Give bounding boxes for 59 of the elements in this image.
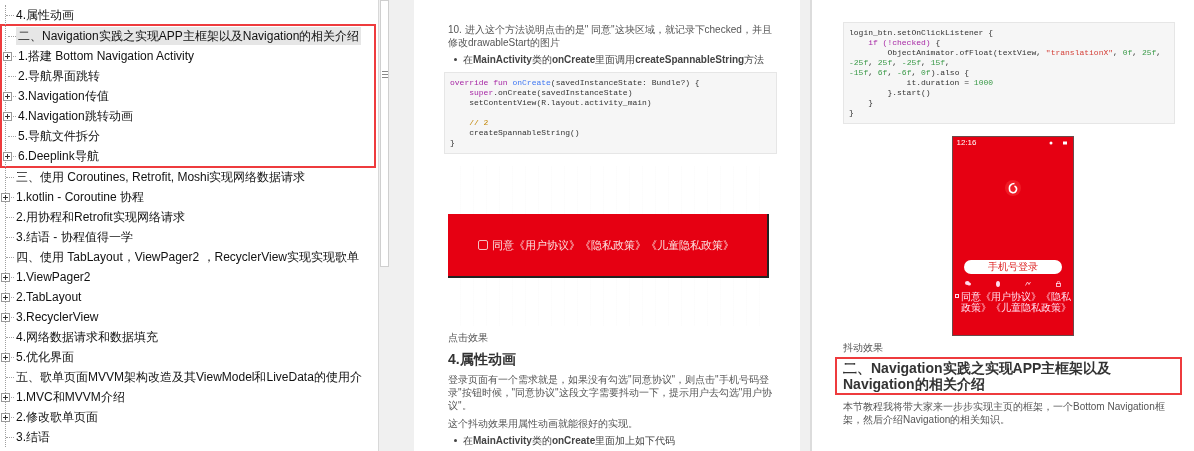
bookmark-item[interactable]: 4.Navigation跳转动画 bbox=[16, 107, 135, 125]
scrollbar[interactable] bbox=[378, 0, 390, 451]
list-item-text: 在MainActivity类的onCreate里面调用createSpannableString方法 bbox=[463, 53, 765, 66]
section-heading: 二、Navigation实践之实现APP主框架以及Navigation的相关介绍 bbox=[835, 357, 1182, 395]
expand-icon[interactable] bbox=[3, 112, 12, 121]
bookmark-item[interactable]: 2.导航界面跳转 bbox=[16, 67, 102, 85]
expand-icon[interactable] bbox=[1, 393, 10, 402]
scrollbar-thumb[interactable] bbox=[380, 0, 389, 267]
lock-icon bbox=[1055, 281, 1061, 287]
agreement-text: 同意《用户协议》《隐私政策》《儿童隐私政策》 bbox=[492, 237, 734, 253]
list-item-text: 在MainActivity类的onCreate里面加上如下代码 bbox=[463, 434, 676, 447]
status-time: 12:16 bbox=[956, 138, 977, 147]
bookmark-item[interactable]: 1.搭建 Bottom Navigation Activity bbox=[16, 47, 197, 65]
bookmark-item[interactable]: 1.kotlin - Coroutine 协程 bbox=[14, 188, 147, 206]
section-heading: 4.属性动画 bbox=[448, 350, 517, 368]
expand-icon[interactable] bbox=[3, 92, 12, 101]
bookmark-item[interactable]: 四、使用 TabLayout，ViewPager2 ，RecyclerView实现实现歌单 bbox=[14, 248, 361, 266]
expand-icon[interactable] bbox=[1, 353, 10, 362]
expand-icon[interactable] bbox=[1, 293, 10, 302]
agreement-text: 同意《用户协议》《隐私政策》《儿童隐私政策》 bbox=[960, 291, 1071, 313]
app-logo-icon bbox=[1004, 180, 1021, 196]
bookmark-item[interactable]: 1.ViewPager2 bbox=[14, 268, 93, 286]
expand-icon[interactable] bbox=[1, 413, 10, 422]
bullet-icon bbox=[454, 439, 457, 442]
bookmark-item[interactable]: 2.TabLayout bbox=[14, 288, 84, 306]
checkbox[interactable] bbox=[954, 294, 959, 298]
checkbox[interactable] bbox=[478, 240, 488, 250]
bookmark-item[interactable]: 1.MVC和MVVM介绍 bbox=[14, 388, 127, 406]
paragraph-text: 本节教程我将带大家来一步步实现主页的框架，一个Bottom Navigation框架，然后介绍Navigation的相关知识。 bbox=[843, 400, 1166, 426]
expand-icon[interactable] bbox=[1, 313, 10, 322]
bookmark-item[interactable]: 3.结语 bbox=[14, 428, 52, 446]
status-icons bbox=[1048, 140, 1069, 145]
bookmark-item[interactable]: 5.优化界面 bbox=[14, 348, 76, 366]
chat-icon bbox=[964, 281, 971, 286]
bookmark-item[interactable]: 二、Navigation实践之实现APP主框架以及Navigation的相关介绍 bbox=[16, 27, 362, 45]
login-button[interactable]: 手机号登录 bbox=[963, 260, 1062, 274]
bookmark-item[interactable]: 3.结语 - 协程值得一学 bbox=[14, 228, 135, 246]
bookmark-item[interactable]: 4.属性动画 bbox=[14, 6, 76, 24]
paragraph-text: 登录页面有一个需求就是，如果没有勾选"同意协议"，则点击"手机号码登录"按钮时候，"同意协议"这段文字需要抖动一下，提示用户去勾选"用户协议"。 bbox=[448, 373, 774, 412]
bookmark-item[interactable]: 2.修改歌单页面 bbox=[14, 408, 100, 426]
paragraph-text: 这个抖动效果用属性动画就能很好的实现。 bbox=[448, 417, 639, 430]
code-block: login_btn.setOnClickListener { if (!checked) { ObjectAnimator.ofFloat(textView, "translationX", 0f, 25f, -25f, 25f, -25f, 15f, -15f, 6f, -6f, 0f).also { it.duration = 1000 }.start() } } bbox=[843, 22, 1175, 124]
bookmark-item[interactable]: 6.Deeplink导航 bbox=[16, 147, 101, 165]
expand-icon[interactable] bbox=[1, 193, 10, 202]
caption-text: 点击效果 bbox=[448, 332, 489, 344]
bullet-icon bbox=[454, 58, 457, 61]
code-block: override fun onCreate(savedInstanceState: Bundle?) { super.onCreate(savedInstanceState) setContentView(R.layout.activity_main) // 2 createSpannableString() } bbox=[444, 72, 777, 154]
bookmark-item[interactable]: 4.网络数据请求和数据填充 bbox=[14, 328, 160, 346]
expand-icon[interactable] bbox=[1, 273, 10, 282]
bookmark-item[interactable]: 五、歌单页面MVVM架构改造及其ViewModel和LiveData的使用介 bbox=[14, 368, 364, 386]
expand-icon[interactable] bbox=[3, 152, 12, 161]
bookmark-item[interactable]: 2.用协程和Retrofit实现网络请求 bbox=[14, 208, 187, 226]
bookmark-item[interactable]: 5.导航文件拆分 bbox=[16, 127, 102, 145]
bookmark-item[interactable]: 三、使用 Coroutines, Retrofit, Moshi实现网络数据请求 bbox=[14, 168, 308, 186]
expand-icon[interactable] bbox=[3, 52, 12, 61]
caption-text: 抖动效果 bbox=[843, 342, 884, 354]
paragraph-text: 10. 进入这个方法说明点击的是" 同意"这块区域，就记录下checked，并且修改drawableStart的图片 bbox=[448, 23, 773, 49]
bookmark-item[interactable]: 3.RecyclerView bbox=[14, 308, 101, 326]
bookmark-item[interactable]: 3.Navigation传值 bbox=[16, 87, 111, 105]
